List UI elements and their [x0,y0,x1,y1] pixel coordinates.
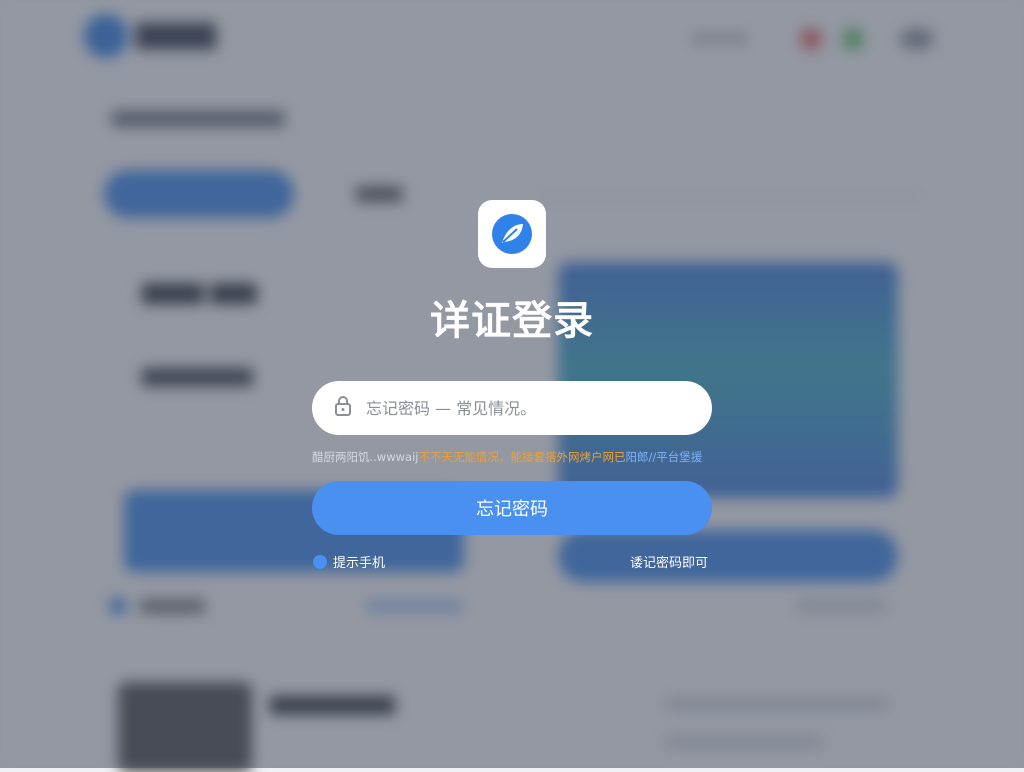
phone-hint-option[interactable]: 提示手机 [313,552,385,571]
phone-hint-label: 提示手机 [333,556,386,571]
radio-icon[interactable] [313,554,327,569]
forgot-password-button[interactable]: 忘记密码 [312,481,712,535]
notice-warning: 不不天无能情况， [418,450,511,464]
notice-warning-detail: 能接套搭外网烤户网已 [510,450,626,464]
feather-logo-icon [478,200,546,268]
login-title: 详证登录 [430,298,594,344]
remember-password-link[interactable]: 诿记密码即可 [630,552,708,571]
lock-icon [334,395,352,421]
notice-link[interactable]: 阳郎//平台堡援 [625,450,702,464]
notice-text: 醋厨两阳饥..wwwaij [312,450,419,464]
password-input[interactable] [364,397,688,419]
password-field[interactable] [312,381,712,435]
login-notice: 醋厨两阳饥..wwwaij不不天无能情况，能接套搭外网烤户网已阳郎//平台堡援 [312,449,732,465]
